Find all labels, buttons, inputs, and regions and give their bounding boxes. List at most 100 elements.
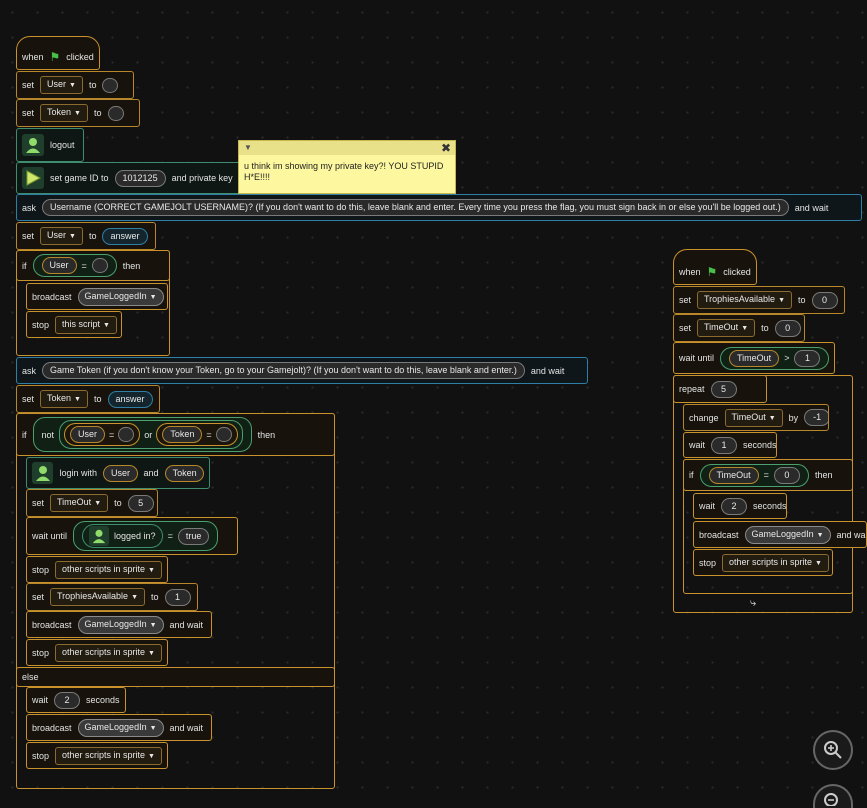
set-user-block[interactable]: set User ▼ to bbox=[16, 71, 134, 99]
collapse-arrow-icon[interactable]: ▼ bbox=[244, 143, 252, 152]
wait-seconds-block[interactable]: wait 2 seconds bbox=[26, 687, 126, 713]
message-dropdown[interactable]: GameLoggedIn ▼ bbox=[77, 615, 164, 634]
value-input[interactable] bbox=[107, 105, 124, 121]
set-trophies-block[interactable]: set TrophiesAvailable ▼ to 0 bbox=[673, 286, 845, 314]
set-trophies-block[interactable]: set TrophiesAvailable ▼ to 1 bbox=[26, 583, 198, 611]
repeat-block[interactable]: repeat 5 bbox=[673, 375, 767, 403]
set-timeout-block[interactable]: set TimeOut ▼ to 5 bbox=[26, 489, 158, 517]
value-input[interactable]: 5 bbox=[710, 380, 737, 398]
timeout-reporter[interactable]: TimeOut bbox=[708, 466, 759, 484]
broadcast-and-wait-block[interactable]: broadcast GameLoggedIn ▼ and wait bbox=[26, 611, 212, 638]
dropdown-caret-icon: ▼ bbox=[148, 566, 155, 574]
variable-dropdown[interactable]: User ▼ bbox=[40, 76, 83, 94]
variable-dropdown[interactable]: Token ▼ bbox=[40, 104, 88, 122]
value-input[interactable]: 1 bbox=[164, 588, 191, 606]
variable-dropdown[interactable]: TrophiesAvailable ▼ bbox=[50, 588, 145, 606]
token-reporter[interactable]: Token bbox=[164, 464, 204, 482]
zoom-out-button[interactable] bbox=[813, 784, 853, 808]
not-operator[interactable]: not User = or Token = bbox=[32, 417, 252, 452]
game-id-input[interactable]: 1012125 bbox=[114, 169, 166, 187]
value-input[interactable]: 0 bbox=[773, 466, 800, 484]
if-user-empty-block[interactable]: if User = then bbox=[16, 250, 170, 281]
set-token-block[interactable]: set Token ▼ to bbox=[16, 99, 140, 127]
stop-option-dropdown[interactable]: this script ▼ bbox=[55, 315, 117, 334]
note-text[interactable]: u think im showing my private key?! YOU … bbox=[239, 155, 455, 189]
value-input[interactable] bbox=[102, 77, 119, 93]
value-input[interactable] bbox=[118, 427, 135, 442]
stop-other-scripts-block[interactable]: stop other scripts in sprite ▼ bbox=[26, 639, 168, 666]
message-dropdown[interactable]: GameLoggedIn ▼ bbox=[77, 718, 164, 737]
or-operator[interactable]: User = or Token = bbox=[59, 420, 243, 449]
broadcast-block[interactable]: broadcast GameLoggedIn ▼ bbox=[26, 283, 168, 310]
value-input[interactable]: 0 bbox=[811, 291, 838, 309]
stop-this-script-block[interactable]: stop this script ▼ bbox=[26, 311, 122, 338]
variable-dropdown[interactable]: Token ▼ bbox=[40, 390, 88, 408]
set-timeout-block[interactable]: set TimeOut ▼ to 0 bbox=[673, 314, 805, 342]
stop-option-dropdown[interactable]: other scripts in sprite ▼ bbox=[55, 746, 162, 765]
wait-seconds-block[interactable]: wait 1 seconds bbox=[683, 432, 777, 458]
when-flag-clicked-hat[interactable]: when ⚑ clicked bbox=[673, 249, 757, 285]
value-input[interactable]: -1 bbox=[804, 409, 828, 426]
stop-other-scripts-block[interactable]: stop other scripts in sprite ▼ bbox=[693, 549, 833, 576]
message-dropdown[interactable]: GameLoggedIn ▼ bbox=[77, 287, 164, 306]
equals-operator[interactable]: User = bbox=[32, 254, 117, 277]
code-area[interactable]: when ⚑ clicked set User ▼ to set Token ▼ t… bbox=[0, 0, 867, 808]
value-input[interactable]: 2 bbox=[721, 497, 748, 515]
logout-block[interactable]: logout bbox=[16, 128, 84, 162]
change-timeout-block[interactable]: change TimeOut ▼ by -1 bbox=[683, 404, 829, 431]
note-header[interactable]: ▼ ✖ bbox=[239, 141, 455, 155]
stop-option-dropdown[interactable]: other scripts in sprite ▼ bbox=[55, 560, 162, 579]
ask-token-block[interactable]: ask Game Token (if you don't know your T… bbox=[16, 357, 588, 384]
value-input[interactable]: 1 bbox=[711, 436, 738, 454]
greater-than-operator[interactable]: TimeOut > 1 bbox=[720, 346, 830, 370]
value-input[interactable]: 5 bbox=[127, 494, 154, 512]
if-timeout-zero-block[interactable]: if TimeOut = 0 then bbox=[683, 459, 853, 491]
wait-until-logged-in-block[interactable]: wait until logged in? = true bbox=[26, 517, 238, 555]
equals-operator[interactable]: logged in? = true bbox=[73, 521, 219, 551]
value-input[interactable] bbox=[91, 258, 108, 273]
value-input[interactable]: 0 bbox=[774, 319, 801, 337]
broadcast-and-wait-block[interactable]: broadcast GameLoggedIn ▼ and wait bbox=[26, 714, 212, 741]
user-reporter[interactable]: User bbox=[102, 464, 138, 482]
token-reporter[interactable]: Token bbox=[162, 426, 203, 443]
stop-option-dropdown[interactable]: other scripts in sprite ▼ bbox=[55, 643, 162, 662]
variable-dropdown[interactable]: TimeOut ▼ bbox=[724, 408, 783, 427]
user-reporter[interactable]: User bbox=[70, 426, 106, 443]
dropdown-value: this script bbox=[62, 318, 101, 329]
broadcast-and-wait-block[interactable]: broadcast GameLoggedIn ▼ and wait bbox=[693, 521, 867, 548]
variable-dropdown[interactable]: TimeOut ▼ bbox=[50, 494, 109, 512]
timeout-reporter[interactable]: TimeOut bbox=[729, 349, 780, 367]
value-input[interactable]: true bbox=[177, 527, 210, 545]
set-token-answer-block[interactable]: set Token ▼ to answer bbox=[16, 385, 160, 413]
logged-in-reporter[interactable]: logged in? bbox=[82, 524, 163, 548]
login-with-block[interactable]: login with User and Token bbox=[26, 457, 210, 489]
comment-note[interactable]: ▼ ✖ u think im showing my private key?! … bbox=[238, 140, 456, 194]
when-flag-clicked-hat[interactable]: when ⚑ clicked bbox=[16, 36, 100, 70]
user-reporter[interactable]: User bbox=[41, 257, 77, 274]
ask-username-block[interactable]: ask Username (CORRECT GAMEJOLT USERNAME)… bbox=[16, 194, 862, 221]
stop-other-scripts-block[interactable]: stop other scripts in sprite ▼ bbox=[26, 742, 168, 769]
equals-operator[interactable]: TimeOut = 0 bbox=[699, 463, 809, 487]
equals-operator[interactable]: User = bbox=[64, 423, 141, 446]
variable-dropdown[interactable]: User ▼ bbox=[40, 227, 83, 245]
question-input[interactable]: Game Token (if you don't know your Token… bbox=[42, 362, 525, 379]
set-game-id-block[interactable]: set game ID to 1012125 and private key bbox=[16, 162, 248, 194]
zoom-in-button[interactable] bbox=[813, 730, 853, 770]
message-dropdown[interactable]: GameLoggedIn ▼ bbox=[744, 525, 831, 544]
variable-dropdown[interactable]: TrophiesAvailable ▼ bbox=[697, 291, 792, 309]
wait-seconds-block[interactable]: wait 2 seconds bbox=[693, 493, 787, 519]
close-icon[interactable]: ✖ bbox=[441, 141, 451, 155]
answer-reporter[interactable]: answer bbox=[102, 227, 148, 245]
stop-other-scripts-block[interactable]: stop other scripts in sprite ▼ bbox=[26, 556, 168, 583]
wait-until-timeout-block[interactable]: wait until TimeOut > 1 bbox=[673, 342, 835, 374]
value-input[interactable]: 1 bbox=[794, 349, 821, 367]
if-not-block[interactable]: if not User = or Token = then bbox=[16, 413, 335, 456]
equals-operator[interactable]: Token = bbox=[156, 423, 238, 446]
value-input[interactable]: 2 bbox=[54, 691, 81, 709]
stop-option-dropdown[interactable]: other scripts in sprite ▼ bbox=[722, 553, 829, 572]
question-input[interactable]: Username (CORRECT GAMEJOLT USERNAME)? (I… bbox=[42, 199, 789, 216]
variable-dropdown[interactable]: TimeOut ▼ bbox=[697, 319, 756, 337]
answer-reporter[interactable]: answer bbox=[107, 390, 153, 408]
set-user-answer-block[interactable]: set User ▼ to answer bbox=[16, 222, 156, 250]
value-input[interactable] bbox=[215, 427, 232, 442]
